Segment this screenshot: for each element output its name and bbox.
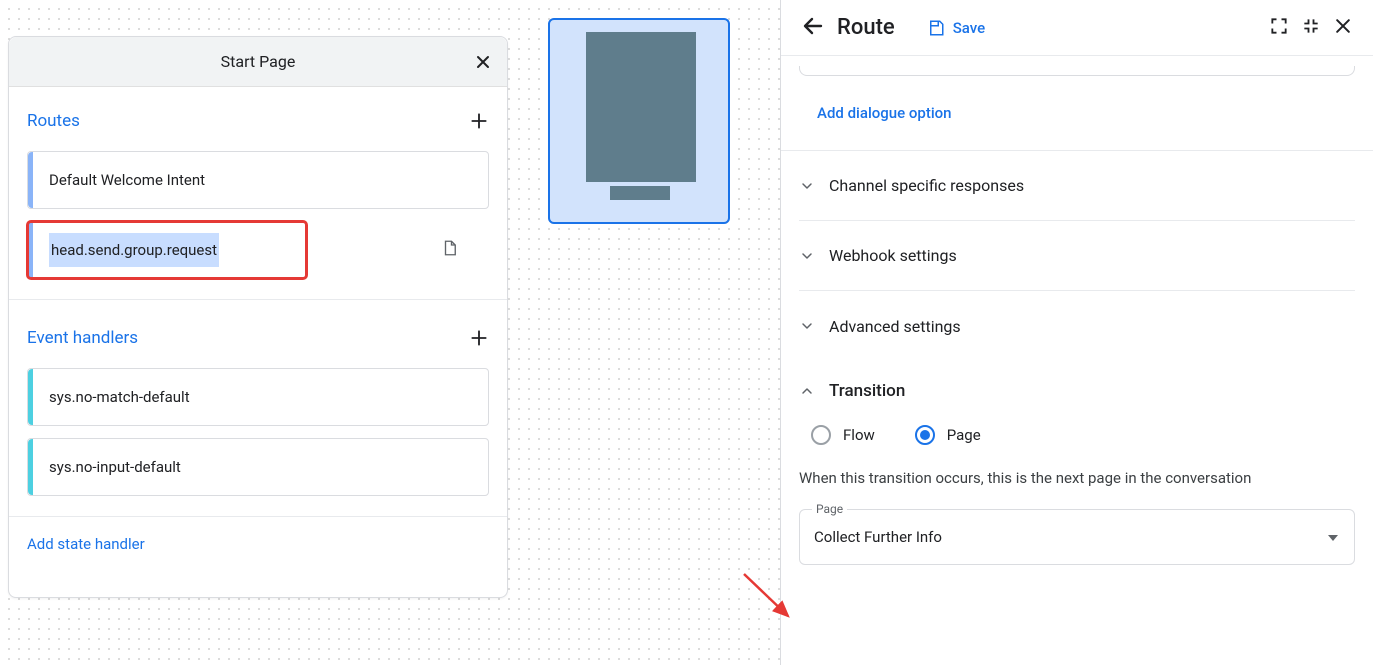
transition-type-radios: Flow Page: [799, 425, 1355, 445]
save-icon: [927, 19, 945, 37]
event-color-bar: [28, 369, 33, 425]
add-dialogue-option-link[interactable]: Add dialogue option: [781, 76, 1373, 150]
dropdown-triangle-icon: [1328, 529, 1338, 545]
route-label: Default Welcome Intent: [49, 171, 205, 189]
flow-node-footer: [610, 186, 670, 200]
chevron-up-icon: [799, 383, 815, 399]
save-button[interactable]: Save: [927, 19, 985, 37]
chevron-down-icon: [799, 178, 815, 194]
transition-help-text: When this transition occurs, this is the…: [799, 469, 1355, 487]
chevron-down-icon: [799, 248, 815, 264]
routes-section: Routes Default Welcome Intent head.send.…: [9, 87, 507, 295]
radio-icon-unchecked: [811, 425, 831, 445]
route-item[interactable]: Default Welcome Intent: [27, 151, 489, 209]
close-icon[interactable]: [473, 52, 493, 72]
close-panel-icon[interactable]: [1333, 16, 1353, 40]
event-label: sys.no-input-default: [49, 458, 181, 476]
event-handler-item[interactable]: sys.no-input-default: [27, 438, 489, 496]
route-item-selected[interactable]: head.send.group.request: [27, 221, 307, 279]
page-card-header: Start Page: [9, 37, 507, 87]
transition-section: Transition Flow Page When this transitio…: [781, 361, 1373, 585]
accordion-advanced-settings[interactable]: Advanced settings: [799, 291, 1355, 361]
event-color-bar: [28, 439, 33, 495]
exit-fullscreen-icon[interactable]: [1301, 16, 1321, 40]
event-label: sys.no-match-default: [49, 388, 190, 406]
event-handlers-section: Event handlers sys.no-match-default sys.…: [9, 304, 507, 512]
accordion-channel-responses[interactable]: Channel specific responses: [799, 151, 1355, 221]
flow-node-body: [586, 32, 696, 182]
panel-header: Route Save: [781, 0, 1373, 56]
select-floating-label: Page: [812, 502, 847, 516]
route-side-panel: Route Save Add dialogue option Channel s…: [780, 0, 1373, 665]
add-event-handler-button[interactable]: [469, 328, 489, 348]
page-card: Start Page Routes Default Welcome Intent…: [8, 36, 508, 598]
back-arrow-icon[interactable]: [801, 14, 825, 42]
event-handlers-title: Event handlers: [27, 328, 138, 348]
accordion-label: Advanced settings: [829, 317, 961, 336]
flow-node-thumbnail[interactable]: [548, 18, 730, 224]
flow-canvas[interactable]: Start Page Routes Default Welcome Intent…: [0, 0, 780, 665]
event-handler-item[interactable]: sys.no-match-default: [27, 368, 489, 426]
accordion-label: Webhook settings: [829, 246, 957, 265]
add-route-button[interactable]: [469, 111, 489, 131]
transition-header[interactable]: Transition: [799, 381, 1355, 401]
previous-card-edge: [799, 66, 1355, 76]
document-icon[interactable]: [441, 238, 459, 262]
radio-page[interactable]: Page: [915, 425, 981, 445]
radio-page-label: Page: [947, 426, 981, 444]
page-title: Start Page: [221, 52, 296, 71]
radio-icon-checked: [915, 425, 935, 445]
route-color-bar: [28, 222, 33, 278]
save-label: Save: [953, 19, 985, 37]
select-value: Collect Further Info: [814, 528, 942, 546]
fullscreen-icon[interactable]: [1269, 16, 1289, 40]
route-label: head.send.group.request: [49, 233, 219, 267]
add-state-handler-link[interactable]: Add state handler: [9, 521, 507, 567]
route-color-bar: [28, 152, 33, 208]
accordion-webhook-settings[interactable]: Webhook settings: [799, 221, 1355, 291]
panel-title: Route: [837, 15, 895, 40]
radio-flow[interactable]: Flow: [811, 425, 875, 445]
accordion: Channel specific responses Webhook setti…: [781, 150, 1373, 361]
transition-title: Transition: [829, 381, 905, 401]
chevron-down-icon: [799, 318, 815, 334]
transition-page-select[interactable]: Page Collect Further Info: [799, 509, 1355, 565]
routes-title: Routes: [27, 111, 80, 131]
accordion-label: Channel specific responses: [829, 176, 1024, 195]
radio-flow-label: Flow: [843, 426, 875, 444]
